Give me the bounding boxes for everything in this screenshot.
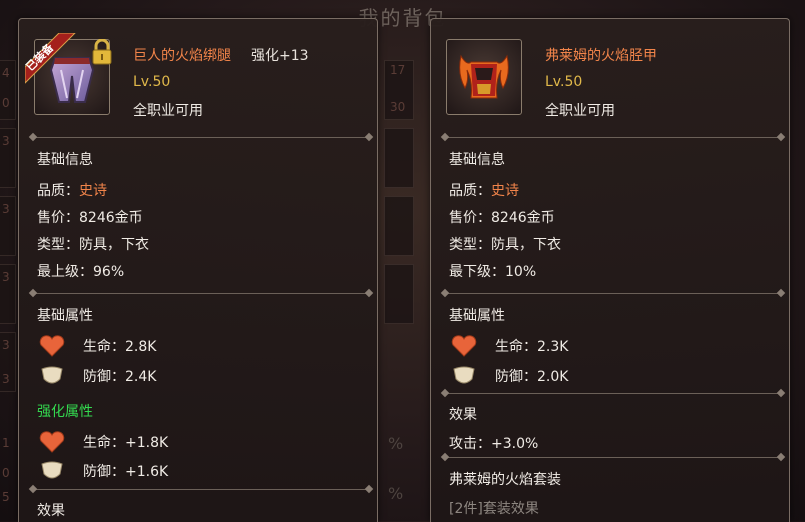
- divider: [33, 293, 369, 294]
- defense-stat: 防御：2.4K: [83, 369, 157, 385]
- bag-number: 3: [2, 134, 10, 148]
- enhance-defense-stat: 防御：+1.6K: [83, 464, 169, 480]
- bag-number: 5: [2, 490, 10, 504]
- price-row: 售价：8246金币: [449, 210, 555, 226]
- item-tooltip-compare: 弗莱姆的火焰胫甲 Lv.50 全职业可用 基础信息 品质：史诗 售价：8246金…: [430, 18, 790, 522]
- hp-stat: 生命：2.8K: [83, 339, 157, 355]
- enhance-hp-stat: 生命：+1.8K: [83, 435, 169, 451]
- bag-number: 30: [390, 100, 406, 114]
- bag-number: 4: [2, 66, 10, 80]
- section-title-effect: 效果: [449, 407, 477, 423]
- bag-number: 1: [2, 436, 10, 450]
- type-row: 类型：防具，下衣: [449, 237, 561, 253]
- set-name: 弗莱姆的火焰套装: [449, 472, 561, 488]
- lock-icon[interactable]: [91, 39, 113, 65]
- class-restriction: 全职业可用: [545, 103, 615, 119]
- section-title-effect: 效果: [37, 503, 65, 519]
- bag-slot: [384, 196, 414, 256]
- item-tooltip-equipped: 已装备 巨人的火焰绑腿 强化+13 Lv.50 全职业可用 基础信息 品质：史诗…: [18, 18, 378, 522]
- item-level: Lv.50: [545, 74, 583, 90]
- quality-row: 品质：史诗: [37, 180, 107, 200]
- section-title-basic-info: 基础信息: [449, 152, 505, 168]
- tier-row: 最上级：96%: [37, 264, 125, 280]
- divider: [33, 489, 369, 490]
- class-restriction: 全职业可用: [133, 103, 203, 119]
- divider: [445, 293, 781, 294]
- bag-number: 17: [390, 63, 406, 77]
- section-title-basic-info: 基础信息: [37, 152, 93, 168]
- type-row: 类型：防具，下衣: [37, 237, 149, 253]
- item-name: 弗莱姆的火焰胫甲: [545, 48, 657, 64]
- item-name: 巨人的火焰绑腿: [133, 48, 231, 64]
- flame-greaves-icon: [459, 54, 509, 99]
- divider: [445, 393, 781, 394]
- bag-percent: %: [388, 434, 404, 453]
- bag-number: 0: [2, 96, 10, 110]
- quality-label: 品质：: [449, 183, 491, 199]
- hp-stat: 生命：2.3K: [495, 339, 569, 355]
- bag-number: 3: [2, 270, 10, 284]
- divider: [33, 137, 369, 138]
- section-title-base-attributes: 基础属性: [37, 308, 93, 324]
- heart-icon: [39, 335, 65, 357]
- heart-icon: [451, 335, 477, 357]
- shield-icon: [453, 366, 475, 384]
- quality-value: 史诗: [79, 183, 107, 199]
- bag-percent: %: [388, 484, 404, 503]
- heart-icon: [39, 431, 65, 453]
- quality-value: 史诗: [491, 183, 519, 199]
- price-row: 售价：8246金币: [37, 210, 143, 226]
- section-title-enhance-attributes: 强化属性: [37, 404, 93, 420]
- shield-icon: [41, 366, 63, 384]
- attack-bonus: 攻击：+3.0%: [449, 436, 539, 452]
- quality-label: 品质：: [37, 183, 79, 199]
- bag-number: 3: [2, 338, 10, 352]
- set-effect-label: [2件]套装效果: [449, 501, 539, 517]
- shield-icon: [41, 461, 63, 479]
- quality-row: 品质：史诗: [449, 180, 519, 200]
- tier-row: 最下级：10%: [449, 264, 537, 280]
- defense-stat: 防御：2.0K: [495, 369, 569, 385]
- enhance-level: 强化+13: [251, 48, 309, 64]
- divider: [445, 457, 781, 458]
- bag-number: 3: [2, 202, 10, 216]
- divider: [445, 137, 781, 138]
- bag-number: 0: [2, 466, 10, 480]
- section-title-base-attributes: 基础属性: [449, 308, 505, 324]
- bag-number: 3: [2, 372, 10, 386]
- item-icon-frame: [446, 39, 522, 115]
- item-level: Lv.50: [133, 74, 171, 90]
- bag-slot: [384, 264, 414, 324]
- bag-slot: [384, 128, 414, 188]
